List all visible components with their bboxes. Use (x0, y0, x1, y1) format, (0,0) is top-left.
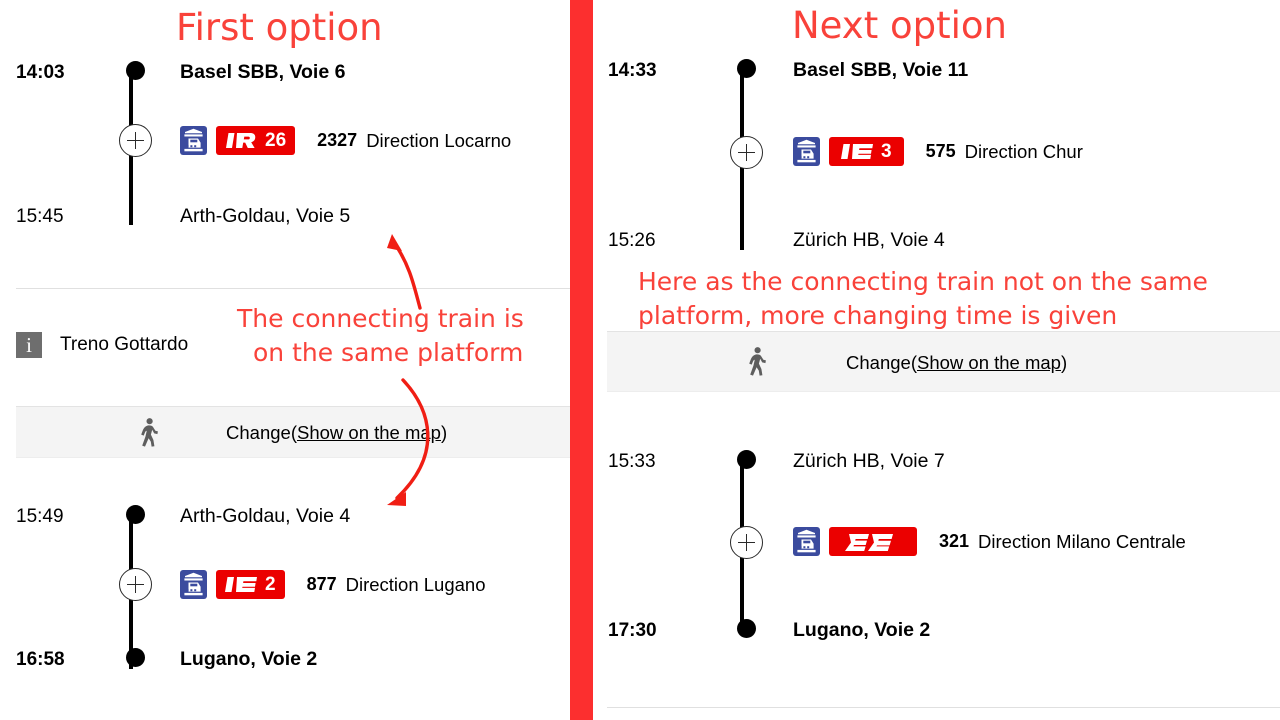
screenshot-stage: First option 14:03 Basel SBB, Voie 6 26 … (0, 0, 1280, 720)
section-divider (607, 707, 1280, 708)
train-direction: Direction Chur (964, 140, 1083, 162)
show-on-map-link[interactable]: Show on the map (917, 352, 1061, 373)
ic-logo-icon (225, 577, 257, 592)
service-row[interactable]: 3 575 Direction Chur (793, 137, 1083, 166)
timeline-stop-dot (737, 450, 756, 469)
change-word: Change (226, 422, 291, 443)
next-option-annotation-line1: Here as the connecting train not on the … (638, 267, 1208, 296)
timeline-expand-button[interactable] (119, 568, 152, 601)
arrival-station: Arth-Goldau, Voie 5 (180, 205, 351, 227)
timeline-stop-dot (126, 648, 145, 667)
service-row[interactable]: 26 2327 Direction Locarno (180, 126, 511, 155)
first-option-annotation-line1: The connecting train is (237, 304, 524, 333)
timeline-stop-dot (126, 505, 145, 524)
train-number: 2327 (317, 130, 358, 150)
first-option-annotation-line2: on the same platform (253, 338, 524, 367)
arrival-time: 17:30 (608, 620, 657, 641)
change-label[interactable]: Change(Show on the map) (226, 422, 447, 444)
show-on-map-link[interactable]: Show on the map (297, 422, 441, 443)
arrival-time: 15:45 (16, 206, 64, 227)
arrival-station: Zürich HB, Voie 4 (793, 229, 945, 251)
train-icon (180, 570, 207, 599)
train-direction: Direction Lugano (345, 573, 486, 595)
first-option-panel: First option 14:03 Basel SBB, Voie 6 26 … (0, 0, 570, 720)
departure-time: 15:49 (16, 506, 64, 527)
timeline-expand-button[interactable] (730, 526, 763, 559)
walking-person-icon (134, 417, 164, 453)
ic-logo-icon (841, 144, 873, 159)
product-badge: 3 (829, 137, 904, 166)
journey-note: i Treno Gottardo (16, 332, 188, 358)
train-direction: Direction Milano Centrale (978, 530, 1186, 552)
line-number: 2 (265, 573, 276, 595)
departure-station: Arth-Goldau, Voie 4 (180, 505, 351, 527)
train-number: 575 (925, 141, 956, 161)
info-icon: i (16, 332, 42, 358)
timeline-expand-button[interactable] (119, 124, 152, 157)
first-option-annotation-title: First option (176, 6, 383, 49)
close-paren: ) (1060, 352, 1068, 373)
product-badge: 2 (216, 570, 285, 599)
ir-logo-icon (226, 133, 256, 148)
timeline-stop-dot (737, 59, 756, 78)
close-paren: ) (440, 422, 448, 443)
timeline-expand-button[interactable] (730, 136, 763, 169)
arrival-time: 15:26 (608, 230, 656, 251)
arrival-time: 16:58 (16, 649, 65, 670)
train-number: 321 (939, 531, 970, 551)
ec-logo-icon (844, 533, 893, 551)
departure-time: 14:33 (608, 60, 657, 81)
departure-time: 14:03 (16, 62, 65, 83)
service-row[interactable]: 321 Direction Milano Centrale (793, 527, 1186, 556)
departure-station: Basel SBB, Voie 11 (793, 59, 969, 81)
product-badge: 26 (216, 126, 296, 155)
change-word: Change (846, 352, 911, 373)
section-divider (16, 288, 570, 289)
train-number: 877 (306, 574, 337, 594)
next-option-annotation-title: Next option (792, 4, 1007, 47)
change-row[interactable]: Change(Show on the map) (16, 406, 570, 458)
departure-station: Zürich HB, Voie 7 (793, 450, 945, 472)
change-row[interactable]: Change(Show on the map) (607, 331, 1280, 392)
arrival-station: Lugano, Voie 2 (793, 619, 931, 641)
train-icon (793, 137, 820, 166)
train-icon (180, 126, 207, 155)
walking-person-icon (742, 346, 772, 382)
departure-time: 15:33 (608, 451, 656, 472)
next-option-panel: Next option 14:33 Basel SBB, Voie 11 3 5… (593, 0, 1280, 720)
timeline-stop-dot (126, 61, 145, 80)
next-option-annotation-line2: platform, more changing time is given (638, 301, 1118, 330)
arrival-station: Lugano, Voie 2 (180, 648, 318, 670)
change-label[interactable]: Change(Show on the map) (846, 352, 1067, 374)
departure-station: Basel SBB, Voie 6 (180, 61, 346, 83)
panel-divider-bar (570, 0, 593, 720)
service-row[interactable]: 2 877 Direction Lugano (180, 570, 486, 599)
line-number: 26 (265, 129, 287, 151)
line-number: 3 (881, 140, 892, 162)
train-icon (793, 527, 820, 556)
product-badge (829, 527, 917, 556)
journey-note-text: Treno Gottardo (60, 334, 189, 355)
annotation-arrow-up-icon (387, 234, 422, 310)
timeline-stop-dot (737, 619, 756, 638)
train-direction: Direction Locarno (366, 129, 512, 151)
